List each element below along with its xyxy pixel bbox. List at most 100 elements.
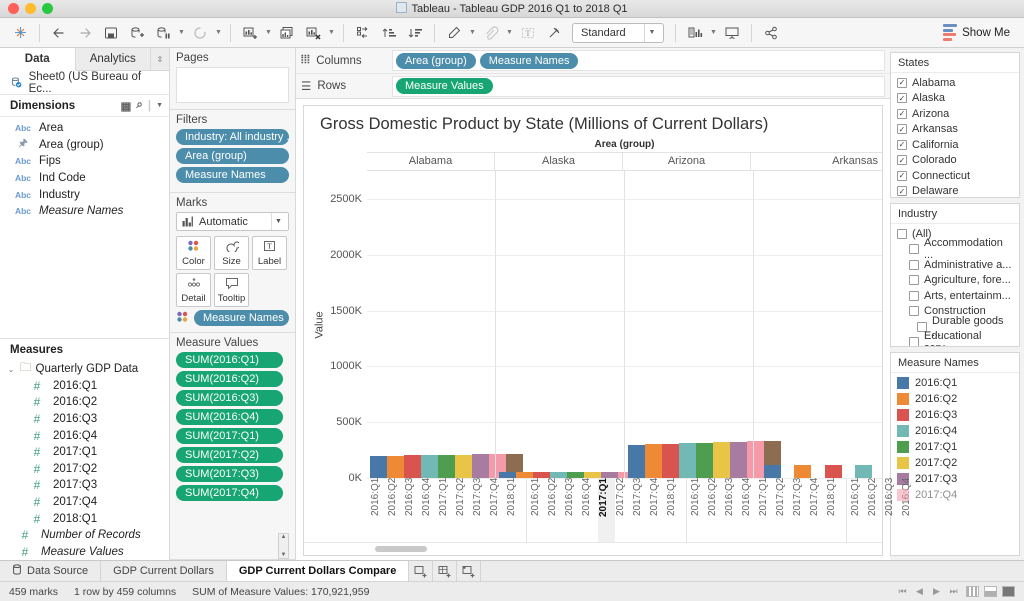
new-worksheet-caret-icon[interactable]: ▼: [264, 21, 273, 45]
dimension-field[interactable]: Abc Ind Code: [0, 170, 169, 187]
new-data-source-icon[interactable]: [125, 21, 149, 45]
bar[interactable]: [404, 455, 421, 478]
next-page-icon[interactable]: ▶: [929, 586, 944, 597]
save-icon[interactable]: [99, 21, 123, 45]
search-icon[interactable]: ⌕: [136, 99, 142, 112]
x-axis-tick-label[interactable]: 2017:Q4: [649, 478, 666, 542]
x-axis-tick-label[interactable]: 2017:Q2: [455, 478, 472, 542]
marks-detail-button[interactable]: Detail: [176, 273, 211, 307]
checkbox-unchecked[interactable]: [909, 275, 919, 286]
tableau-home-icon[interactable]: [8, 21, 32, 45]
measure-value-pill[interactable]: SUM(2017:Q4): [176, 485, 283, 501]
legend-item[interactable]: 2016:Q3: [891, 407, 1019, 423]
show-me-button[interactable]: Show Me: [943, 24, 1016, 41]
measure-value-pill[interactable]: SUM(2016:Q1): [176, 352, 283, 368]
measure-values-scrollbar[interactable]: ▲ ▼: [278, 533, 289, 559]
rows-dropzone[interactable]: Measure Values: [392, 75, 885, 97]
checkbox-checked[interactable]: ✓: [897, 170, 907, 181]
checkbox-checked[interactable]: ✓: [897, 155, 907, 166]
checkbox-unchecked[interactable]: [897, 228, 907, 239]
measure-field[interactable]: #2018:Q1: [0, 510, 169, 527]
redo-icon[interactable]: [73, 21, 97, 45]
checkbox-checked[interactable]: ✓: [897, 77, 907, 88]
states-filter-item[interactable]: ✓ Delaware: [891, 184, 1019, 197]
industry-filter-item[interactable]: Accommodation ...: [891, 237, 1019, 261]
bar[interactable]: [455, 454, 472, 478]
tab-data[interactable]: Data: [0, 48, 76, 71]
x-axis-tick-label[interactable]: 2017:Q1: [598, 478, 615, 542]
x-axis-tick-label[interactable]: 2017:Q2: [615, 478, 632, 542]
bar[interactable]: [855, 464, 873, 478]
states-filter-item[interactable]: ✓ Colorado: [891, 153, 1019, 169]
swap-rows-columns-icon[interactable]: [351, 21, 375, 45]
checkbox-checked[interactable]: ✓: [897, 139, 907, 150]
pause-data-updates-icon[interactable]: [151, 21, 175, 45]
bar[interactable]: [662, 443, 679, 478]
bar[interactable]: [696, 442, 713, 478]
attach-icon[interactable]: [479, 21, 503, 45]
dimension-field[interactable]: Abc Fips: [0, 153, 169, 170]
sheet-tab-gdp-current-dollars-compare[interactable]: GDP Current Dollars Compare: [226, 561, 410, 581]
x-axis-tick-label[interactable]: 2016:Q1: [530, 478, 547, 542]
bar[interactable]: [438, 454, 455, 478]
data-pane-sort-icon[interactable]: ⇳: [151, 48, 169, 70]
x-axis-tick-label[interactable]: 2017:Q4: [489, 478, 506, 542]
dimension-field[interactable]: 🖈 Area (group): [0, 137, 169, 154]
highlight-caret-icon[interactable]: ▼: [468, 21, 477, 45]
industry-filter-item[interactable]: Educational serv...: [891, 330, 1019, 346]
bar[interactable]: [763, 464, 781, 478]
industry-filter-item[interactable]: Arts, entertainm...: [891, 288, 1019, 304]
x-axis-tick-label[interactable]: 2016:Q2: [547, 478, 564, 542]
marks-pill-measure-names[interactable]: Measure Names: [194, 310, 289, 326]
bar[interactable]: [713, 442, 730, 478]
show-hide-cards-caret-icon[interactable]: ▼: [709, 21, 718, 45]
bar[interactable]: [421, 455, 438, 478]
checkbox-unchecked[interactable]: [909, 259, 919, 270]
measure-field[interactable]: #2017:Q2: [0, 460, 169, 477]
data-source-item[interactable]: Sheet0 (US Bureau of Ec...: [0, 71, 169, 95]
view-grid-icon[interactable]: [966, 586, 979, 597]
checkbox-unchecked[interactable]: [909, 244, 919, 255]
measure-field[interactable]: #2017:Q4: [0, 494, 169, 511]
x-axis-tick-label[interactable]: 2017:Q1: [758, 478, 775, 542]
measure-field[interactable]: # Number of Records: [0, 527, 169, 544]
columns-dropzone[interactable]: Area (group) Measure Names: [392, 50, 885, 71]
measure-field[interactable]: #2017:Q3: [0, 477, 169, 494]
measure-field[interactable]: #2016:Q4: [0, 427, 169, 444]
column-header[interactable]: Alaska: [494, 153, 622, 170]
previous-page-icon[interactable]: ◀: [912, 586, 927, 597]
fit-select-caret-icon[interactable]: ▼: [644, 23, 659, 42]
legend-item[interactable]: 2016:Q1: [891, 375, 1019, 391]
x-axis-tick-label[interactable]: 2016:Q2: [867, 478, 884, 542]
states-filter-item[interactable]: ✓ Alabama: [891, 75, 1019, 91]
view-full-icon[interactable]: [1002, 586, 1015, 597]
measure-value-pill[interactable]: SUM(2016:Q2): [176, 371, 283, 387]
legend-item[interactable]: 2017:Q1: [891, 439, 1019, 455]
x-axis-tick-label[interactable]: 2016:Q3: [404, 478, 421, 542]
states-filter-item[interactable]: ✓ Arkansas: [891, 122, 1019, 138]
x-axis-tick-label[interactable]: 2017:Q1: [438, 478, 455, 542]
horizontal-scrollbar-thumb[interactable]: [375, 546, 427, 552]
x-axis-tick-label[interactable]: 2017:Q2: [775, 478, 792, 542]
y-axis[interactable]: Value 0K 500K 1000K 1500K 2000K 2500K: [304, 171, 367, 484]
tab-data-source[interactable]: Data Source: [0, 561, 102, 581]
marks-label-button[interactable]: T Label: [252, 236, 287, 270]
marks-size-button[interactable]: Size: [214, 236, 249, 270]
x-axis-tick-label[interactable]: 2016:Q4: [421, 478, 438, 542]
checkbox-checked[interactable]: ✓: [897, 186, 907, 197]
dimension-field[interactable]: Abc Industry: [0, 186, 169, 203]
measure-field[interactable]: #2016:Q2: [0, 394, 169, 411]
attach-caret-icon[interactable]: ▼: [505, 21, 514, 45]
measure-value-pill[interactable]: SUM(2017:Q1): [176, 428, 283, 444]
x-axis-tick-label[interactable]: 2017:Q4: [809, 478, 826, 542]
industry-filter-item[interactable]: Agriculture, fore...: [891, 273, 1019, 289]
pause-dropdown-caret-icon[interactable]: ▼: [177, 21, 186, 45]
new-dashboard-tab-icon[interactable]: [433, 561, 458, 581]
marks-type-select[interactable]: Automatic ▼: [176, 212, 289, 231]
filter-pill[interactable]: Industry: All industry ..: [176, 129, 289, 145]
sheet-tab-gdp-current-dollars[interactable]: GDP Current Dollars: [101, 561, 227, 581]
filter-pill[interactable]: Measure Names: [176, 167, 289, 183]
states-filter-item[interactable]: ✓ Arizona: [891, 106, 1019, 122]
new-worksheet-icon[interactable]: [238, 21, 262, 45]
measure-value-pill[interactable]: SUM(2016:Q3): [176, 390, 283, 406]
